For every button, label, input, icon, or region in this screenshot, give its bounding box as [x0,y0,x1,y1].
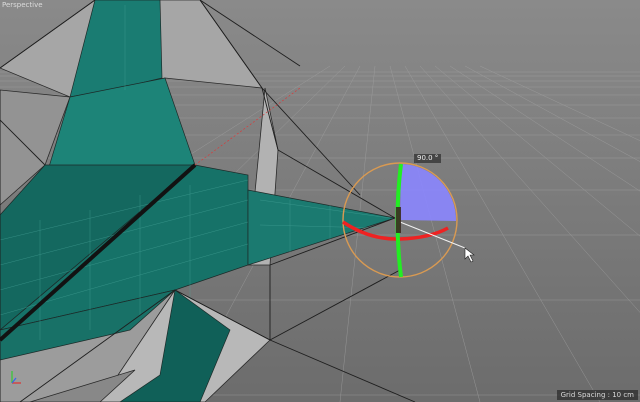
3d-viewport[interactable]: Perspective 90.0 ° Grid Spacing : 10 cm [0,0,640,402]
grid-spacing-status: Grid Spacing : 10 cm [556,390,638,400]
axis-gizmo-icon [11,371,21,384]
gizmo-center-handle[interactable] [396,207,401,233]
rotation-angle-readout: 90.0 ° [414,154,442,163]
viewport-view-name[interactable]: Perspective [2,1,43,9]
viewport-scene[interactable] [0,0,640,402]
